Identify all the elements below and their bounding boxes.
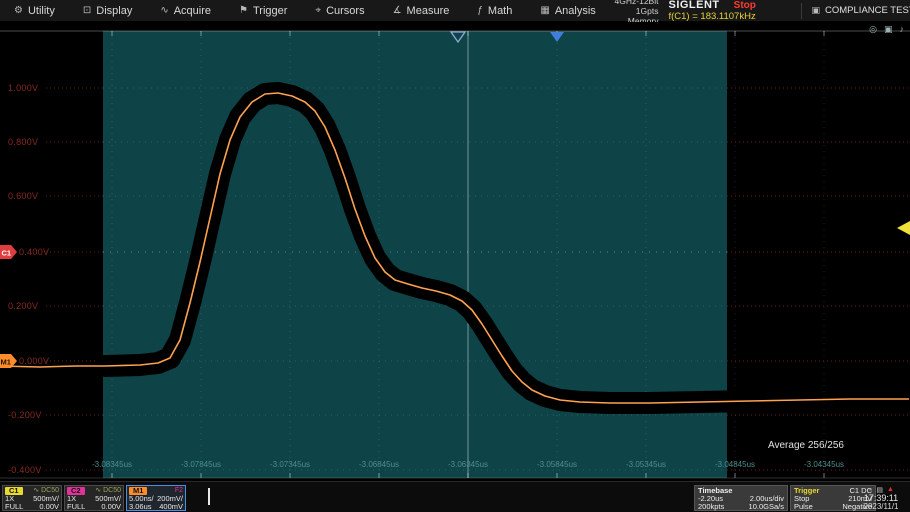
window-icon[interactable]: ▣ bbox=[884, 24, 893, 35]
y-axis-label: 0.400V bbox=[19, 247, 61, 257]
y-axis-label: 0.800V bbox=[8, 137, 50, 147]
menu-math[interactable]: ƒ Math bbox=[463, 0, 526, 21]
spec-bandwidth: 4GHz-12Bit bbox=[610, 0, 659, 6]
camera-icon[interactable]: ◎ bbox=[869, 24, 877, 35]
menu-trigger-label: Trigger bbox=[253, 5, 287, 17]
trigger-type: Pulse bbox=[794, 503, 813, 511]
menu-display-label: Display bbox=[96, 5, 132, 17]
trigger-position-outline-marker[interactable] bbox=[451, 32, 465, 42]
svg-text:M1: M1 bbox=[1, 358, 11, 367]
horizontal-gridlines bbox=[46, 88, 910, 470]
c1-offset: 0.00V bbox=[39, 503, 59, 511]
menu-cursors[interactable]: ⌖ Cursors bbox=[301, 0, 378, 21]
x-axis-label: -3.07845us bbox=[169, 460, 233, 469]
menu-trigger[interactable]: ⚑ Trigger bbox=[225, 0, 301, 21]
waveform-display: C1 M1 1.000V 0.800V 0.600V 0.400V 0.200V… bbox=[0, 22, 910, 481]
descriptor-divider bbox=[208, 488, 210, 505]
acquisition-state[interactable]: Stop bbox=[734, 0, 756, 11]
menu-acquire-label: Acquire bbox=[174, 5, 211, 17]
measure-icon: ∡ bbox=[393, 5, 402, 16]
clock-box: ⌁ ▤ ▲ 17:39:11 2023/11/1 bbox=[854, 485, 908, 511]
menu-utility[interactable]: ⚙ Utility bbox=[0, 0, 69, 21]
clock-date: 2023/11/1 bbox=[854, 503, 908, 511]
plot-corner-icons: ◎ ▣ ♪ bbox=[869, 24, 904, 35]
sound-icon[interactable]: ♪ bbox=[900, 24, 905, 35]
y-axis-label: 1.000V bbox=[8, 83, 50, 93]
x-axis-label: -3.06845us bbox=[347, 460, 411, 469]
y-axis-label: 0.200V bbox=[8, 301, 50, 311]
compliance-label: COMPLIANCE TEST bbox=[825, 5, 910, 16]
average-count-readout: Average 256/256 bbox=[768, 440, 844, 451]
trigger-level-marker[interactable] bbox=[897, 221, 910, 235]
channel-box-c2[interactable]: C2 ∿ DC50 1X500mV/ FULL0.00V bbox=[64, 485, 124, 511]
menu-measure-label: Measure bbox=[407, 5, 450, 17]
menu-analysis[interactable]: ▦ Analysis bbox=[526, 0, 609, 21]
y-axis-label: -0.400V bbox=[8, 465, 50, 475]
menu-utility-label: Utility bbox=[28, 5, 55, 17]
m1-vpos: 400mV bbox=[159, 503, 183, 511]
x-axis-label: -3.06345us bbox=[436, 460, 500, 469]
menu-acquire[interactable]: ∿ Acquire bbox=[146, 0, 225, 21]
c2-bandwidth: FULL bbox=[67, 503, 85, 511]
cursor-icon: ⌖ bbox=[315, 5, 321, 16]
menu-analysis-label: Analysis bbox=[555, 5, 596, 17]
timebase-points: 200kpts bbox=[698, 503, 724, 511]
coupling-icon: ∿ bbox=[33, 487, 39, 494]
menu-items: ⚙ Utility ⊡ Display ∿ Acquire ⚑ Trigger … bbox=[0, 0, 610, 21]
x-axis-label: -3.05345us bbox=[614, 460, 678, 469]
display-icon: ⊡ bbox=[83, 5, 91, 16]
waveform-band bbox=[105, 93, 750, 403]
c2-offset: 0.00V bbox=[101, 503, 121, 511]
c1-zero-marker[interactable]: C1 bbox=[0, 245, 17, 259]
x-axis-label: -3.07345us bbox=[258, 460, 322, 469]
x-axis-label: -3.04345us bbox=[792, 460, 856, 469]
descriptor-bar: C1 ∿ DC50 1X500mV/ FULL0.00V C2 ∿ DC50 1… bbox=[0, 481, 910, 512]
record-icon: ▲ bbox=[887, 486, 894, 493]
y-axis-label: 0.600V bbox=[8, 191, 50, 201]
gear-icon: ⚙ bbox=[14, 5, 23, 16]
menu-cursors-label: Cursors bbox=[326, 5, 365, 17]
x-axis-label: -3.04845us bbox=[703, 460, 767, 469]
menu-measure[interactable]: ∡ Measure bbox=[379, 0, 464, 21]
compliance-icon: ▣ bbox=[812, 5, 821, 16]
compliance-test-button[interactable]: ▣ COMPLIANCE TEST bbox=[801, 3, 910, 19]
timebase-samplerate: 10.0GSa/s bbox=[749, 503, 784, 511]
flag-icon: ⚑ bbox=[239, 5, 248, 16]
timebase-box[interactable]: Timebase -2.20us2.00us/div 200kpts10.0GS… bbox=[694, 485, 788, 511]
brand-block: SIGLENT Stop f(C1) = 183.1107kHz bbox=[668, 0, 800, 22]
menu-bar: ⚙ Utility ⊡ Display ∿ Acquire ⚑ Trigger … bbox=[0, 0, 910, 22]
svg-text:C1: C1 bbox=[2, 249, 12, 258]
frequency-readout: f(C1) = 183.1107kHz bbox=[668, 11, 792, 22]
math-box-m1[interactable]: M1 F2 5.00ns/200mV/ 3.06us400mV bbox=[126, 485, 186, 511]
m1-hpos: 3.06us bbox=[129, 503, 152, 511]
coupling-icon: ∿ bbox=[95, 487, 101, 494]
x-axis-label: -3.08345us bbox=[80, 460, 144, 469]
graticule-layer: C1 M1 bbox=[0, 22, 910, 481]
x-axis-label: -3.05845us bbox=[525, 460, 589, 469]
channel-box-c1[interactable]: C1 ∿ DC50 1X500mV/ FULL0.00V bbox=[2, 485, 62, 511]
trigger-delay-marker[interactable] bbox=[550, 32, 564, 42]
c1-bandwidth: FULL bbox=[5, 503, 23, 511]
math-icon: ƒ bbox=[477, 5, 483, 16]
y-axis-label: 0.000V bbox=[19, 356, 61, 366]
menu-math-label: Math bbox=[488, 5, 512, 17]
brand-logo: SIGLENT bbox=[668, 0, 719, 11]
menu-display[interactable]: ⊡ Display bbox=[69, 0, 146, 21]
status-cluster: 4GHz-12Bit 1Gpts Memory SIGLENT Stop f(C… bbox=[610, 0, 910, 21]
y-axis-label: -0.200V bbox=[8, 410, 50, 420]
acquire-icon: ∿ bbox=[160, 5, 168, 16]
analysis-icon: ▦ bbox=[540, 5, 549, 16]
